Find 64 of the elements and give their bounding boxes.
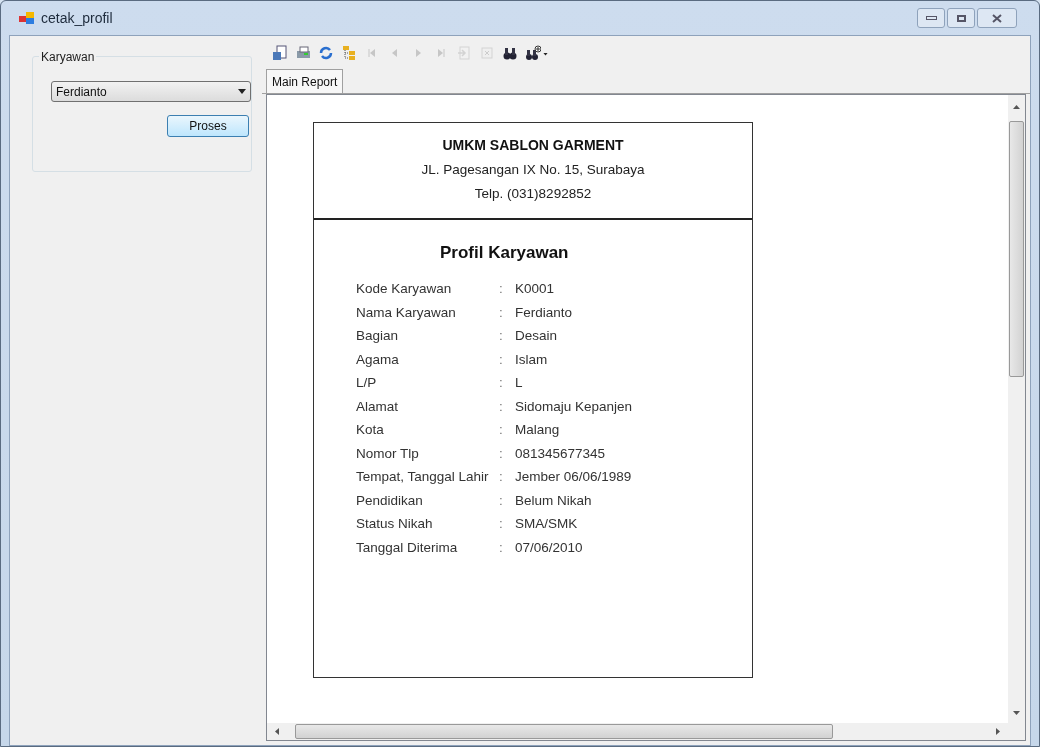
separator: : bbox=[499, 421, 504, 440]
refresh-icon[interactable] bbox=[318, 45, 334, 61]
field-label: L/P bbox=[356, 374, 378, 393]
scroll-down-icon[interactable] bbox=[1013, 711, 1020, 715]
scroll-thumb[interactable] bbox=[1009, 121, 1024, 377]
field-value: Sidomaju Kepanjen bbox=[515, 397, 633, 416]
report-title: Profil Karyawan bbox=[440, 242, 570, 264]
company-address: JL. Pagesangan IX No. 15, Surabaya bbox=[421, 161, 645, 179]
close-icon bbox=[992, 13, 1002, 23]
scroll-up-icon[interactable] bbox=[1013, 105, 1020, 109]
field-label: Alamat bbox=[356, 397, 400, 416]
field-value: 07/06/2010 bbox=[515, 538, 583, 557]
separator: : bbox=[499, 397, 504, 416]
employee-dropdown[interactable]: Ferdianto bbox=[51, 81, 251, 102]
field-value: Islam bbox=[515, 350, 548, 369]
field-value: K0001 bbox=[515, 280, 555, 299]
field-value: Desain bbox=[515, 327, 558, 346]
separator: : bbox=[499, 327, 504, 346]
app-icon bbox=[19, 11, 35, 25]
separator: : bbox=[499, 374, 504, 393]
field-label: Agama bbox=[356, 350, 400, 369]
field-value: Malang bbox=[515, 421, 560, 440]
printer-icon[interactable] bbox=[295, 45, 311, 61]
scroll-left-icon[interactable] bbox=[275, 728, 279, 735]
separator: : bbox=[499, 515, 504, 534]
binoculars-plus-icon[interactable] bbox=[525, 45, 541, 61]
vertical-scrollbar[interactable] bbox=[1008, 95, 1025, 723]
field-value: L bbox=[515, 374, 523, 393]
field-label: Kode Karyawan bbox=[356, 280, 453, 299]
company-phone: Telp. (031)8292852 bbox=[474, 185, 592, 204]
field-value: Ferdianto bbox=[515, 303, 573, 322]
field-label: Kota bbox=[356, 421, 385, 440]
process-button[interactable]: Proses bbox=[167, 115, 249, 137]
horizontal-scrollbar[interactable] bbox=[267, 723, 1025, 740]
field-label: Nomor Tlp bbox=[356, 444, 420, 463]
window-title: cetak_profil bbox=[41, 8, 113, 28]
scroll-right-icon[interactable] bbox=[996, 728, 1000, 735]
separator: : bbox=[499, 350, 504, 369]
separator: : bbox=[499, 280, 504, 299]
field-label: Nama Karyawan bbox=[356, 303, 457, 322]
field-value: Jember 06/06/1989 bbox=[515, 468, 632, 487]
field-value: Belum Nikah bbox=[515, 491, 592, 510]
report-tab[interactable]: Main Report bbox=[266, 69, 344, 93]
close-button[interactable] bbox=[977, 8, 1017, 28]
separator: : bbox=[499, 444, 504, 463]
separator: : bbox=[499, 303, 504, 322]
separator: : bbox=[499, 468, 504, 487]
export-icon[interactable] bbox=[272, 45, 288, 61]
minimize-button[interactable] bbox=[917, 8, 945, 28]
separator: : bbox=[499, 491, 504, 510]
maximize-button[interactable] bbox=[947, 8, 975, 28]
separator: : bbox=[499, 538, 504, 557]
field-label: Tanggal Diterima bbox=[356, 538, 459, 557]
dropdown-arrow-icon bbox=[238, 89, 246, 94]
field-value: SMA/SMK bbox=[515, 515, 578, 534]
field-label: Bagian bbox=[356, 327, 400, 346]
tree-icon[interactable] bbox=[341, 45, 357, 61]
binoculars-icon[interactable] bbox=[502, 45, 518, 61]
field-value: 081345677345 bbox=[515, 444, 606, 463]
company-name: UMKM SABLON GARMENT bbox=[442, 136, 624, 155]
field-label: Tempat, Tanggal Lahir bbox=[356, 468, 490, 487]
field-label: Pendidikan bbox=[356, 491, 424, 510]
scroll-thumb[interactable] bbox=[295, 724, 833, 739]
field-label: Status Nikah bbox=[356, 515, 434, 534]
